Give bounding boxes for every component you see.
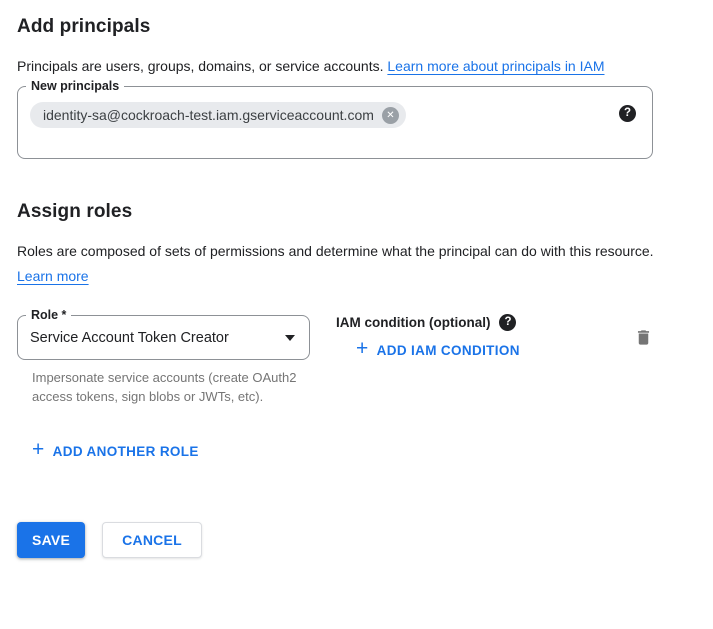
plus-icon: + bbox=[32, 441, 45, 459]
role-select-value-area[interactable]: Service Account Token Creator bbox=[18, 323, 309, 359]
assign-roles-title: Assign roles bbox=[17, 201, 713, 223]
save-button[interactable]: SAVE bbox=[17, 522, 85, 558]
principal-chip-text: identity-sa@cockroach-test.iam.gservicea… bbox=[43, 107, 374, 123]
add-another-role-button[interactable]: + ADD ANOTHER ROLE bbox=[32, 442, 199, 460]
add-iam-condition-label: ADD IAM CONDITION bbox=[377, 343, 520, 358]
trash-icon bbox=[634, 327, 653, 348]
plus-icon: + bbox=[356, 340, 369, 358]
add-principals-panel: Add principals Principals are users, gro… bbox=[0, 0, 713, 558]
cancel-button[interactable]: CANCEL bbox=[102, 522, 202, 558]
role-label: Role * bbox=[26, 308, 71, 323]
dropdown-arrow-icon bbox=[285, 335, 295, 341]
intro-text-body: Principals are users, groups, domains, o… bbox=[17, 58, 384, 74]
new-principals-label: New principals bbox=[26, 79, 124, 94]
principal-chip: identity-sa@cockroach-test.iam.gservicea… bbox=[30, 102, 406, 128]
chip-remove-icon[interactable]: ✕ bbox=[382, 107, 399, 124]
role-description-text: Impersonate service accounts (create OAu… bbox=[32, 368, 300, 406]
intro-text: Principals are users, groups, domains, o… bbox=[17, 54, 662, 79]
add-iam-condition-button[interactable]: + ADD IAM CONDITION bbox=[356, 341, 520, 359]
assign-roles-description: Roles are composed of sets of permission… bbox=[17, 239, 662, 289]
role-select[interactable]: Role * Service Account Token Creator bbox=[17, 308, 310, 360]
page-title: Add principals bbox=[17, 16, 713, 38]
learn-more-roles-link[interactable]: Learn more bbox=[17, 268, 89, 284]
assign-roles-description-body: Roles are composed of sets of permission… bbox=[17, 243, 654, 259]
new-principals-help-icon[interactable]: ? bbox=[619, 105, 636, 122]
role-selected-value: Service Account Token Creator bbox=[30, 328, 229, 348]
iam-condition-column: IAM condition (optional) ? + ADD IAM CON… bbox=[336, 308, 520, 361]
iam-condition-help-icon[interactable]: ? bbox=[499, 314, 516, 331]
add-another-role-label: ADD ANOTHER ROLE bbox=[53, 444, 199, 459]
delete-role-button[interactable] bbox=[630, 323, 657, 352]
role-column: Role * Service Account Token Creator Imp… bbox=[17, 308, 317, 406]
new-principals-field[interactable]: New principals identity-sa@cockroach-tes… bbox=[17, 79, 653, 159]
iam-condition-label: IAM condition (optional) bbox=[336, 315, 490, 330]
learn-more-principals-link[interactable]: Learn more about principals in IAM bbox=[387, 58, 604, 74]
role-row: Role * Service Account Token Creator Imp… bbox=[17, 308, 713, 406]
new-principals-input-area[interactable]: identity-sa@cockroach-test.iam.gservicea… bbox=[18, 94, 652, 158]
iam-condition-label-row: IAM condition (optional) ? bbox=[336, 314, 520, 331]
action-buttons-row: SAVE CANCEL bbox=[17, 522, 713, 558]
